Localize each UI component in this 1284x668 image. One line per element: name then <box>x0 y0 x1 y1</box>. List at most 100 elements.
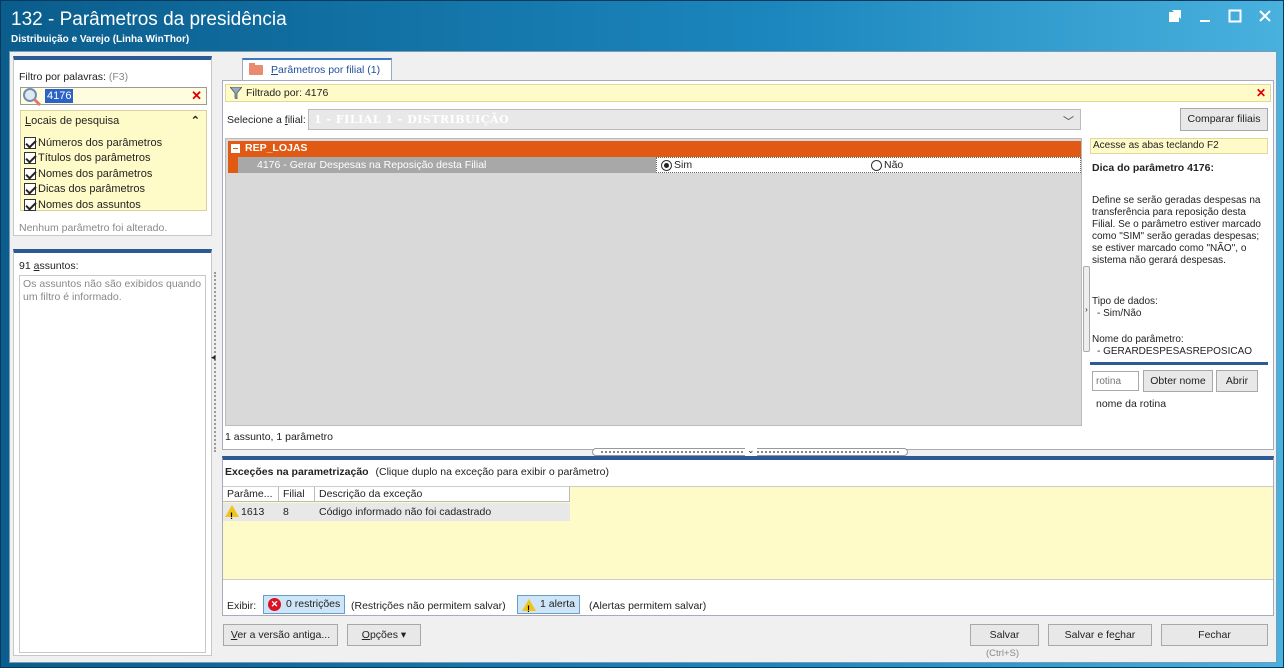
obter-nome-button[interactable]: Obter nome <box>1143 370 1213 392</box>
alerts-label: 1 alerta <box>540 598 576 610</box>
filial-select[interactable]: 1 - FILIAL 1 - DISTRIBUIÇÃO ﹀ <box>308 109 1081 130</box>
tip-text: Define se serão geradas despesas na tran… <box>1092 195 1261 266</box>
exibir-label: Exibir: <box>227 600 257 612</box>
filial-label-suffix: ilial: <box>287 114 306 126</box>
parameter-value-cell: Sim Não <box>656 157 1081 173</box>
compare-filiais-button[interactable]: Comparar filiais <box>1180 108 1268 131</box>
opcoes-label: pções ▾ <box>369 629 407 641</box>
checkbox-box[interactable] <box>24 152 36 165</box>
remove-filter-icon[interactable]: ✕ <box>1256 86 1266 100</box>
salvar-fechar-label: Salvar e fe <box>1064 629 1115 641</box>
table-row[interactable]: 1613 8 Código informado não foi cadastra… <box>223 503 570 525</box>
group-row[interactable]: REP_LOJAS <box>228 141 1081 157</box>
collapse-up-icon[interactable]: ⌃ <box>191 114 200 127</box>
alerts-toggle[interactable]: 1 alerta <box>517 595 581 618</box>
checkbox-box[interactable] <box>24 198 36 211</box>
exceptions-header: Parâme... Filial Descrição da exceção <box>223 487 570 502</box>
ver-versao-label: er a versão antiga... <box>237 629 331 641</box>
magnifier-icon <box>21 86 43 108</box>
maximize-icon[interactable] <box>1227 9 1243 25</box>
chevron-down-icon[interactable]: ⌄ <box>745 445 757 456</box>
restrictions-note: (Restrições não permitem salvar) <box>351 600 506 612</box>
restrictions-toggle[interactable]: ✕ 0 restrições <box>263 595 346 614</box>
filial-label-text: Selecione a <box>227 114 285 126</box>
rotina-input[interactable] <box>1092 371 1139 391</box>
checkbox-box[interactable] <box>24 167 36 180</box>
subjects-panel: 91 assuntos: Os assuntos não são exibido… <box>13 249 212 656</box>
rotina-panel: Obter nome Abrir nome da rotina <box>1090 362 1268 426</box>
rotina-name: nome da rotina <box>1096 398 1167 410</box>
radio-label: Não <box>884 159 904 171</box>
radio-circle[interactable] <box>661 159 672 171</box>
tab-parametros-por-filial[interactable]: Parâmetros por filial (1) <box>242 58 392 80</box>
exceptions-panel: Exceções na parametrização (Clique duplo… <box>222 456 1274 618</box>
search-locations-panel: Locais de pesquisa ⌃ Números dos parâmet… <box>20 110 207 211</box>
parameters-grid: REP_LOJAS 4176 - Gerar Despesas na Repos… <box>225 138 1082 426</box>
param-name-info: Nome do parâmetro: - GERARDESPESASREPOSI… <box>1092 334 1252 358</box>
abrir-button[interactable]: Abrir <box>1216 370 1258 392</box>
subjects-list[interactable]: Os assuntos não são exibidos quando um f… <box>19 275 206 653</box>
tips-splitter[interactable]: › <box>1083 266 1090 352</box>
app-window: 132 - Parâmetros da presidência Distribu… <box>0 0 1284 668</box>
cell-filial: 8 <box>283 506 289 518</box>
filter-input[interactable]: 4176 ✕ <box>20 86 207 108</box>
column-header-filial[interactable]: Filial <box>279 487 315 502</box>
subjects-count-number: 91 <box>19 260 34 272</box>
checkbox-box[interactable] <box>24 183 36 196</box>
restrictions-label: 0 restrições <box>286 598 341 610</box>
radio-circle[interactable] <box>871 159 882 171</box>
fechar-button[interactable]: Fechar <box>1161 624 1268 646</box>
filial-select-value: 1 - FILIAL 1 - DISTRIBUIÇÃO <box>314 113 510 126</box>
opcoes-button[interactable]: Opções ▾ <box>347 624 421 646</box>
checkbox-box[interactable] <box>24 136 36 149</box>
window-subtitle: Distribuição e Varejo (Linha WinThor) <box>11 34 190 45</box>
data-type-label: Tipo de dados: <box>1092 296 1158 307</box>
search-locations-list: Números dos parâmetros Títulos dos parâm… <box>24 135 162 213</box>
subjects-count-label: 91 assuntos: <box>19 260 79 272</box>
alerts-note: (Alertas permitem salvar) <box>589 600 707 612</box>
vertical-splitter[interactable]: ◂ <box>211 272 218 452</box>
salvar-e-fechar-button[interactable]: Salvar e fechar <box>1048 624 1152 646</box>
horizontal-splitter[interactable]: ⌄ <box>592 445 908 456</box>
cell-descricao: Código informado não foi cadastrado <box>319 506 492 518</box>
checkbox-titulos[interactable]: Títulos dos parâmetros <box>24 151 162 167</box>
client-area: Filtro por palavras: (F3) 4176 ✕ Locais … <box>9 51 1277 663</box>
checkbox-label: Nomes dos parâmetros <box>38 167 153 180</box>
grid-summary: 1 assunto, 1 parâmetro <box>225 431 333 443</box>
checkbox-nomes[interactable]: Nomes dos parâmetros <box>24 166 162 182</box>
restore-icon[interactable] <box>1167 9 1183 25</box>
column-header-parametro[interactable]: Parâme... <box>223 487 279 502</box>
parameter-row[interactable]: 4176 - Gerar Despesas na Reposição desta… <box>228 157 1081 173</box>
salvar-shortcut: (Ctrl+S) <box>986 648 1019 659</box>
window-title: 132 - Parâmetros da presidência <box>11 9 287 30</box>
column-header-descricao[interactable]: Descrição da exceção <box>315 487 570 502</box>
checkbox-numeros[interactable]: Números dos parâmetros <box>24 135 162 151</box>
checkbox-label: Números dos parâmetros <box>38 136 163 149</box>
group-name: REP_LOJAS <box>245 142 308 154</box>
exceptions-grid: Parâme... Filial Descrição da exceção 16… <box>223 486 1273 580</box>
tab-label-access-key: P <box>271 64 279 76</box>
collapse-left-icon[interactable]: ◂ <box>211 352 216 363</box>
tab-label: Parâmetros por filial (1) <box>271 64 380 76</box>
checkbox-label: Dicas dos parâmetros <box>38 183 145 196</box>
filter-input-value[interactable]: 4176 <box>45 89 74 103</box>
radio-sim[interactable]: Sim <box>661 159 692 171</box>
salvar-button[interactable]: Salvar <box>970 624 1039 646</box>
close-icon[interactable] <box>1257 9 1273 25</box>
checkbox-assuntos[interactable]: Nomes dos assuntos <box>24 197 162 213</box>
subjects-message: Os assuntos não são exibidos quando um f… <box>23 278 202 303</box>
checkbox-dicas[interactable]: Dicas dos parâmetros <box>24 182 162 198</box>
chevron-down-icon[interactable]: ﹀ <box>1063 113 1074 129</box>
tab-label-text: arâmetros por filial (1) <box>278 64 381 76</box>
minimize-icon[interactable] <box>1197 9 1213 25</box>
ver-versao-antiga-button[interactable]: Ver a versão antiga... <box>223 624 338 646</box>
warning-icon <box>225 505 239 525</box>
folder-icon <box>249 63 263 75</box>
cell-param: 1613 <box>223 503 279 525</box>
filter-shortcut: (F3) <box>108 71 129 83</box>
clear-filter-icon[interactable]: ✕ <box>191 88 202 104</box>
radio-nao[interactable]: Não <box>871 159 903 171</box>
data-type-info: Tipo de dados: - Sim/Não <box>1092 296 1158 320</box>
collapse-group-icon[interactable] <box>231 144 240 153</box>
tips-hint: Acesse as abas teclando F2 <box>1090 138 1268 154</box>
